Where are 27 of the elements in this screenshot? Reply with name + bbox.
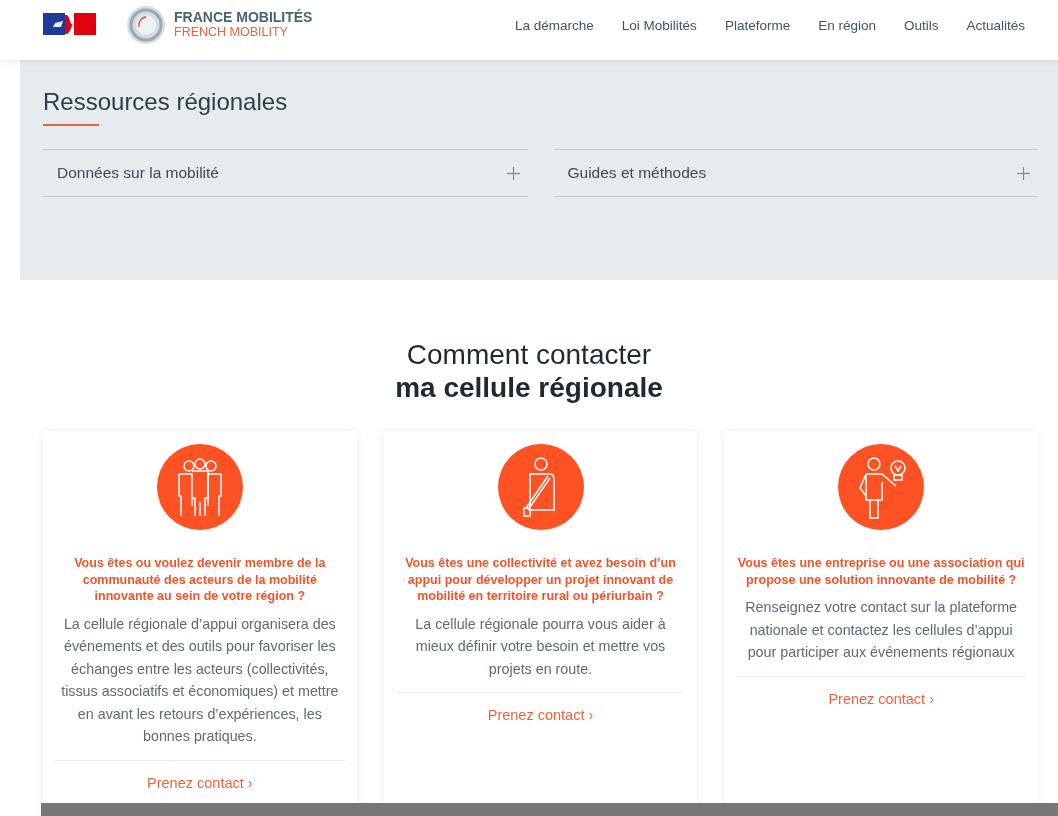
nav-link[interactable]: La démarche: [515, 17, 594, 33]
plus-icon: [1017, 166, 1030, 180]
brand-subtitle: FRENCH MOBILITY: [174, 25, 289, 39]
card-text: La cellule régionale d’appui organisera des événements et des outils pour favoriser les échanges entre les acteurs (collectivités, tissus associatifs et économiques) et mettre en avant les retours d’expériences, les bonnes pratiques.: [60, 614, 340, 746]
plus-icon: [506, 166, 520, 180]
card-question: Vous êtes une entreprise ou une association qui propose une solution innovante de mobilité ?: [736, 555, 1026, 588]
people-group-icon: [156, 444, 243, 530]
card-question: Vous êtes une collectivité et avez besoin d’un appui pour développer un projet innovant de mobilité en territoire rural ou périurbain ?: [404, 555, 677, 605]
brand-name: FRANCE MOBILITÉS: [174, 9, 313, 25]
section-heading-bold: ma cellule régionale: [395, 371, 663, 404]
nav-link[interactable]: Outils: [903, 17, 939, 33]
section-title: Ressources régionales: [43, 88, 289, 116]
card-text: La cellule régionale pourra vous aider à mieux définir votre besoin et mettre vos projets en route.: [414, 614, 667, 679]
nav-link[interactable]: Loi Mobilités: [621, 17, 697, 33]
seatbelt-person-icon: [497, 444, 584, 530]
nav-link[interactable]: Plateforme: [724, 17, 791, 33]
flag-logo-icon: [43, 12, 96, 35]
logo-icon: [126, 5, 166, 45]
card-text: Renseignez votre contact sur la plateforme nationale et contactez les cellules d’appui pour participer aux événements régionaux: [744, 598, 1019, 662]
section-heading: Comment contacter: [406, 338, 652, 371]
accordion-header[interactable]: Guides et méthodes: [553, 149, 1038, 197]
title-underline: [43, 124, 99, 126]
nav-link[interactable]: Actualités: [966, 17, 1025, 33]
person-lightbulb-icon: [838, 444, 925, 530]
card-question: Vous êtes ou voulez devenir membre de la communauté des acteurs de la mobilité innovante au sein de votre région ?: [73, 555, 327, 605]
nav-link[interactable]: En région: [818, 17, 876, 33]
accordion-header[interactable]: Données sur la mobilité: [43, 149, 528, 197]
